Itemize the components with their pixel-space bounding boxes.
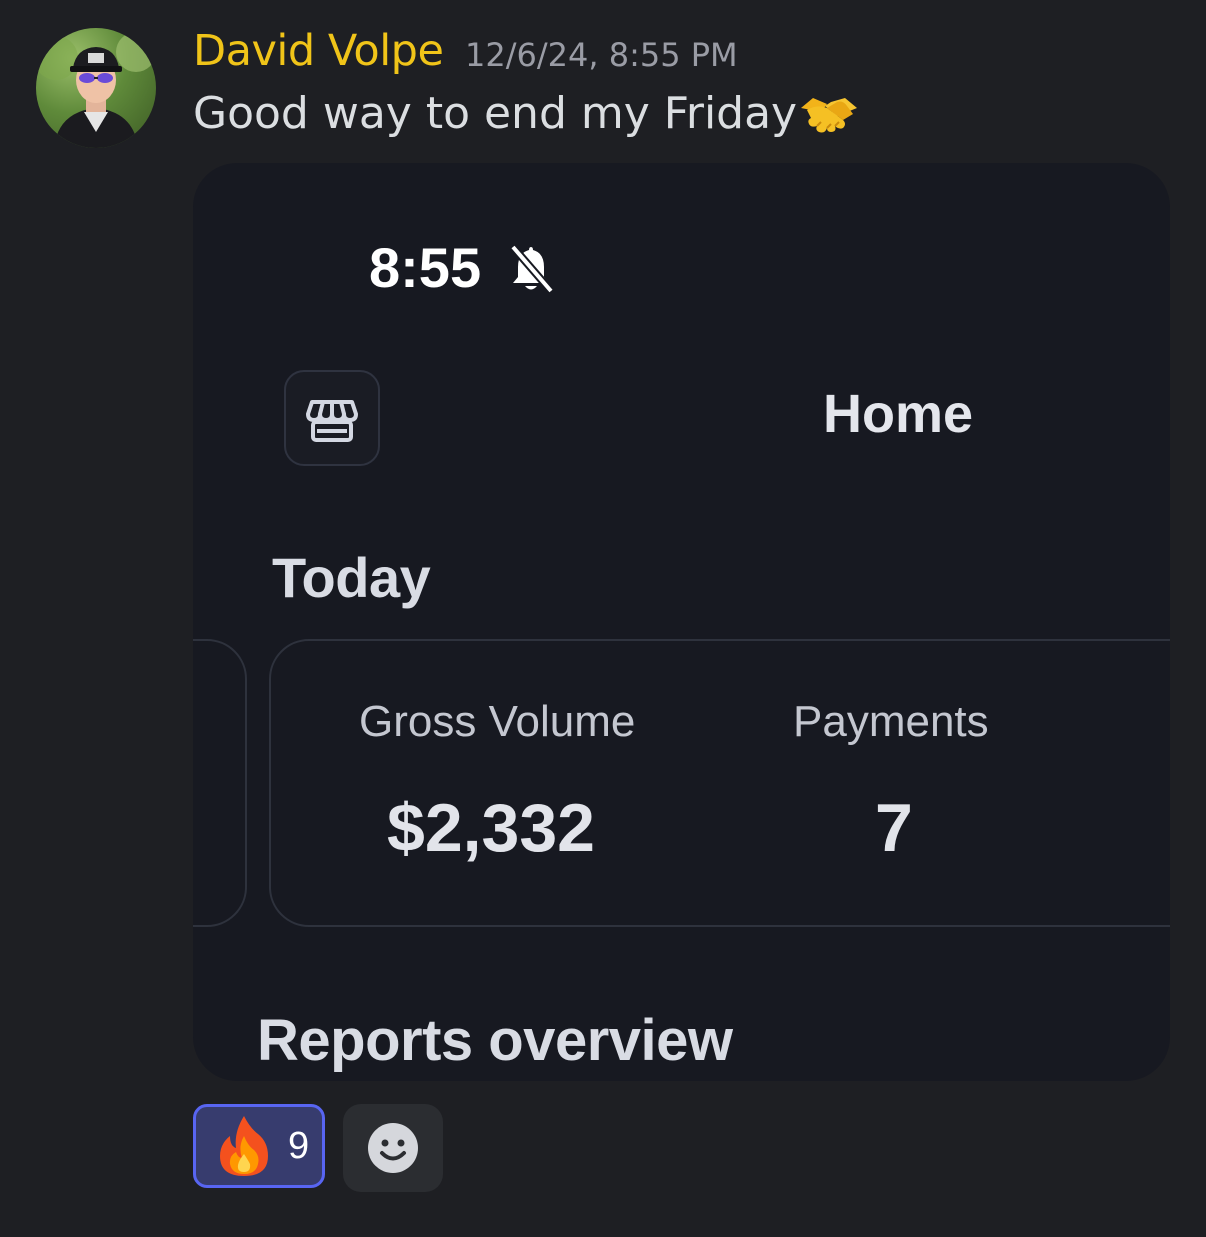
author-name[interactable]: David Volpe bbox=[193, 26, 444, 76]
fire-reaction-button[interactable]: 9 bbox=[193, 1104, 325, 1188]
store-button[interactable] bbox=[284, 370, 380, 466]
message-content: Good way to end my Friday bbox=[193, 88, 861, 139]
add-reaction-button[interactable] bbox=[343, 1104, 443, 1192]
avatar[interactable] bbox=[36, 28, 156, 148]
add-reaction-smiley-icon bbox=[368, 1123, 418, 1173]
today-metrics-card[interactable]: Gross Volume $2,332 Payments 7 bbox=[269, 639, 1170, 927]
previous-card[interactable] bbox=[193, 639, 247, 927]
bell-slash-icon bbox=[509, 244, 555, 294]
store-icon bbox=[306, 400, 358, 442]
handshake-emoji-icon bbox=[801, 97, 858, 132]
fire-reaction-count: 9 bbox=[288, 1124, 310, 1167]
payments-value: 7 bbox=[875, 790, 913, 866]
reports-overview-heading: Reports overview bbox=[257, 1008, 733, 1073]
payments-label: Payments bbox=[793, 697, 989, 746]
gross-volume-value: $2,332 bbox=[387, 790, 595, 866]
page-title: Home bbox=[823, 384, 974, 444]
today-heading: Today bbox=[272, 546, 431, 609]
message-timestamp: 12/6/24, 8:55 PM bbox=[465, 36, 738, 74]
image-attachment[interactable]: 8:55 Home Today Gross Volume $2,332 Paym… bbox=[193, 163, 1170, 1081]
status-bar-time: 8:55 bbox=[369, 236, 482, 299]
fire-emoji-icon bbox=[220, 1116, 268, 1176]
gross-volume-label: Gross Volume bbox=[359, 697, 636, 746]
message-text: Good way to end my Friday bbox=[193, 88, 798, 139]
